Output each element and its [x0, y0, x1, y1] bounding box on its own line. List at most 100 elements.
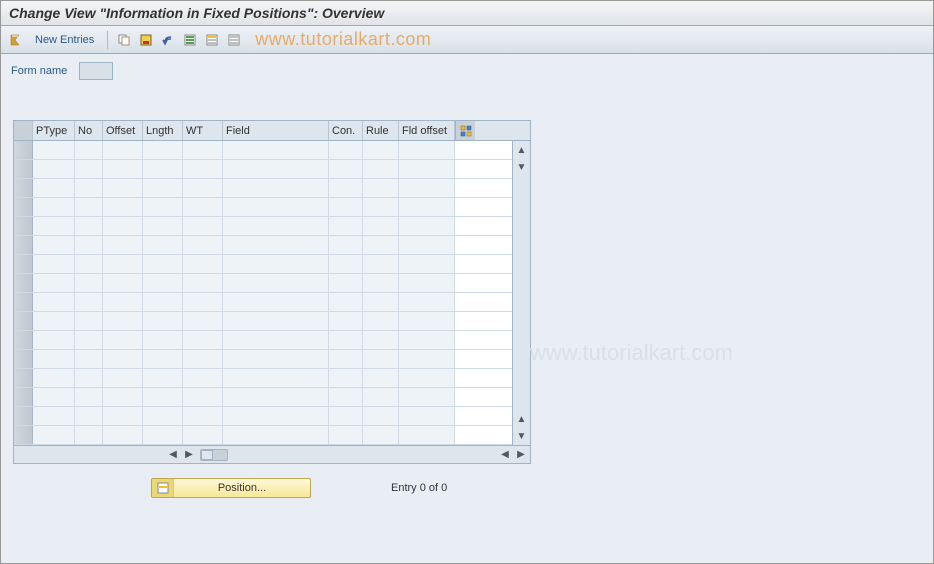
table-row[interactable]: [14, 331, 512, 350]
cell-fldoff[interactable]: [399, 426, 455, 444]
cell-rule[interactable]: [363, 179, 399, 197]
cell-ptype[interactable]: [33, 388, 75, 406]
cell-fldoff[interactable]: [399, 388, 455, 406]
scroll-left-end-icon[interactable]: ◀: [498, 448, 512, 462]
cell-field[interactable]: [223, 141, 329, 159]
row-selector[interactable]: [14, 407, 33, 425]
table-row[interactable]: [14, 255, 512, 274]
cell-wt[interactable]: [183, 350, 223, 368]
cell-no[interactable]: [75, 369, 103, 387]
scroll-right-icon[interactable]: ▶: [182, 448, 196, 462]
cell-offset[interactable]: [103, 369, 143, 387]
col-ptype[interactable]: PType: [33, 121, 75, 140]
cell-field[interactable]: [223, 407, 329, 425]
table-row[interactable]: [14, 369, 512, 388]
cell-rule[interactable]: [363, 255, 399, 273]
cell-field[interactable]: [223, 312, 329, 330]
cell-lngth[interactable]: [143, 293, 183, 311]
form-name-input[interactable]: [79, 62, 113, 80]
cell-con[interactable]: [329, 236, 363, 254]
row-selector[interactable]: [14, 198, 33, 216]
cell-fldoff[interactable]: [399, 274, 455, 292]
cell-wt[interactable]: [183, 293, 223, 311]
cell-rule[interactable]: [363, 350, 399, 368]
cell-lngth[interactable]: [143, 141, 183, 159]
table-row[interactable]: [14, 293, 512, 312]
cell-wt[interactable]: [183, 255, 223, 273]
cell-field[interactable]: [223, 426, 329, 444]
cell-ptype[interactable]: [33, 350, 75, 368]
cell-fldoff[interactable]: [399, 141, 455, 159]
cell-field[interactable]: [223, 388, 329, 406]
cell-lngth[interactable]: [143, 312, 183, 330]
cell-fldoff[interactable]: [399, 217, 455, 235]
cell-fldoff[interactable]: [399, 160, 455, 178]
cell-rule[interactable]: [363, 293, 399, 311]
toggle-icon[interactable]: [7, 31, 25, 49]
cell-offset[interactable]: [103, 217, 143, 235]
cell-fldoff[interactable]: [399, 369, 455, 387]
row-selector[interactable]: [14, 160, 33, 178]
select-all-column[interactable]: [14, 121, 33, 140]
cell-con[interactable]: [329, 274, 363, 292]
cell-lngth[interactable]: [143, 179, 183, 197]
save-icon[interactable]: [137, 31, 155, 49]
cell-rule[interactable]: [363, 331, 399, 349]
cell-rule[interactable]: [363, 388, 399, 406]
row-selector[interactable]: [14, 426, 33, 444]
scroll-up-small-icon[interactable]: ▲: [514, 411, 530, 427]
cell-rule[interactable]: [363, 217, 399, 235]
scroll-down-icon[interactable]: ▼: [514, 428, 530, 444]
row-selector[interactable]: [14, 388, 33, 406]
col-wt[interactable]: WT: [183, 121, 223, 140]
col-no[interactable]: No: [75, 121, 103, 140]
table-row[interactable]: [14, 426, 512, 445]
cell-offset[interactable]: [103, 350, 143, 368]
cell-wt[interactable]: [183, 407, 223, 425]
new-entries-button[interactable]: New Entries: [29, 32, 100, 48]
row-selector[interactable]: [14, 217, 33, 235]
cell-field[interactable]: [223, 350, 329, 368]
cell-rule[interactable]: [363, 312, 399, 330]
cell-rule[interactable]: [363, 236, 399, 254]
cell-offset[interactable]: [103, 255, 143, 273]
cell-lngth[interactable]: [143, 426, 183, 444]
cell-con[interactable]: [329, 369, 363, 387]
col-fld-offset[interactable]: Fld offset: [399, 121, 455, 140]
scroll-down-small-icon[interactable]: ▼: [514, 159, 530, 175]
cell-field[interactable]: [223, 369, 329, 387]
cell-rule[interactable]: [363, 141, 399, 159]
row-selector[interactable]: [14, 255, 33, 273]
col-field[interactable]: Field: [223, 121, 329, 140]
scroll-left-icon[interactable]: ◀: [166, 448, 180, 462]
col-offset[interactable]: Offset: [103, 121, 143, 140]
table-row[interactable]: [14, 312, 512, 331]
select-block-icon[interactable]: [203, 31, 221, 49]
cell-offset[interactable]: [103, 160, 143, 178]
row-selector[interactable]: [14, 293, 33, 311]
cell-field[interactable]: [223, 293, 329, 311]
cell-no[interactable]: [75, 198, 103, 216]
cell-offset[interactable]: [103, 312, 143, 330]
cell-con[interactable]: [329, 198, 363, 216]
cell-offset[interactable]: [103, 293, 143, 311]
hscroll-track[interactable]: [200, 449, 228, 461]
cell-lngth[interactable]: [143, 274, 183, 292]
cell-ptype[interactable]: [33, 236, 75, 254]
table-row[interactable]: [14, 407, 512, 426]
copy-icon[interactable]: [115, 31, 133, 49]
vertical-scrollbar[interactable]: ▲ ▼ ▲ ▼: [512, 141, 530, 445]
cell-field[interactable]: [223, 331, 329, 349]
cell-no[interactable]: [75, 293, 103, 311]
cell-con[interactable]: [329, 160, 363, 178]
cell-lngth[interactable]: [143, 407, 183, 425]
cell-ptype[interactable]: [33, 255, 75, 273]
cell-lngth[interactable]: [143, 198, 183, 216]
cell-wt[interactable]: [183, 198, 223, 216]
table-row[interactable]: [14, 388, 512, 407]
cell-lngth[interactable]: [143, 331, 183, 349]
cell-field[interactable]: [223, 217, 329, 235]
scroll-right-end-icon[interactable]: ▶: [514, 448, 528, 462]
cell-offset[interactable]: [103, 331, 143, 349]
col-lngth[interactable]: Lngth: [143, 121, 183, 140]
